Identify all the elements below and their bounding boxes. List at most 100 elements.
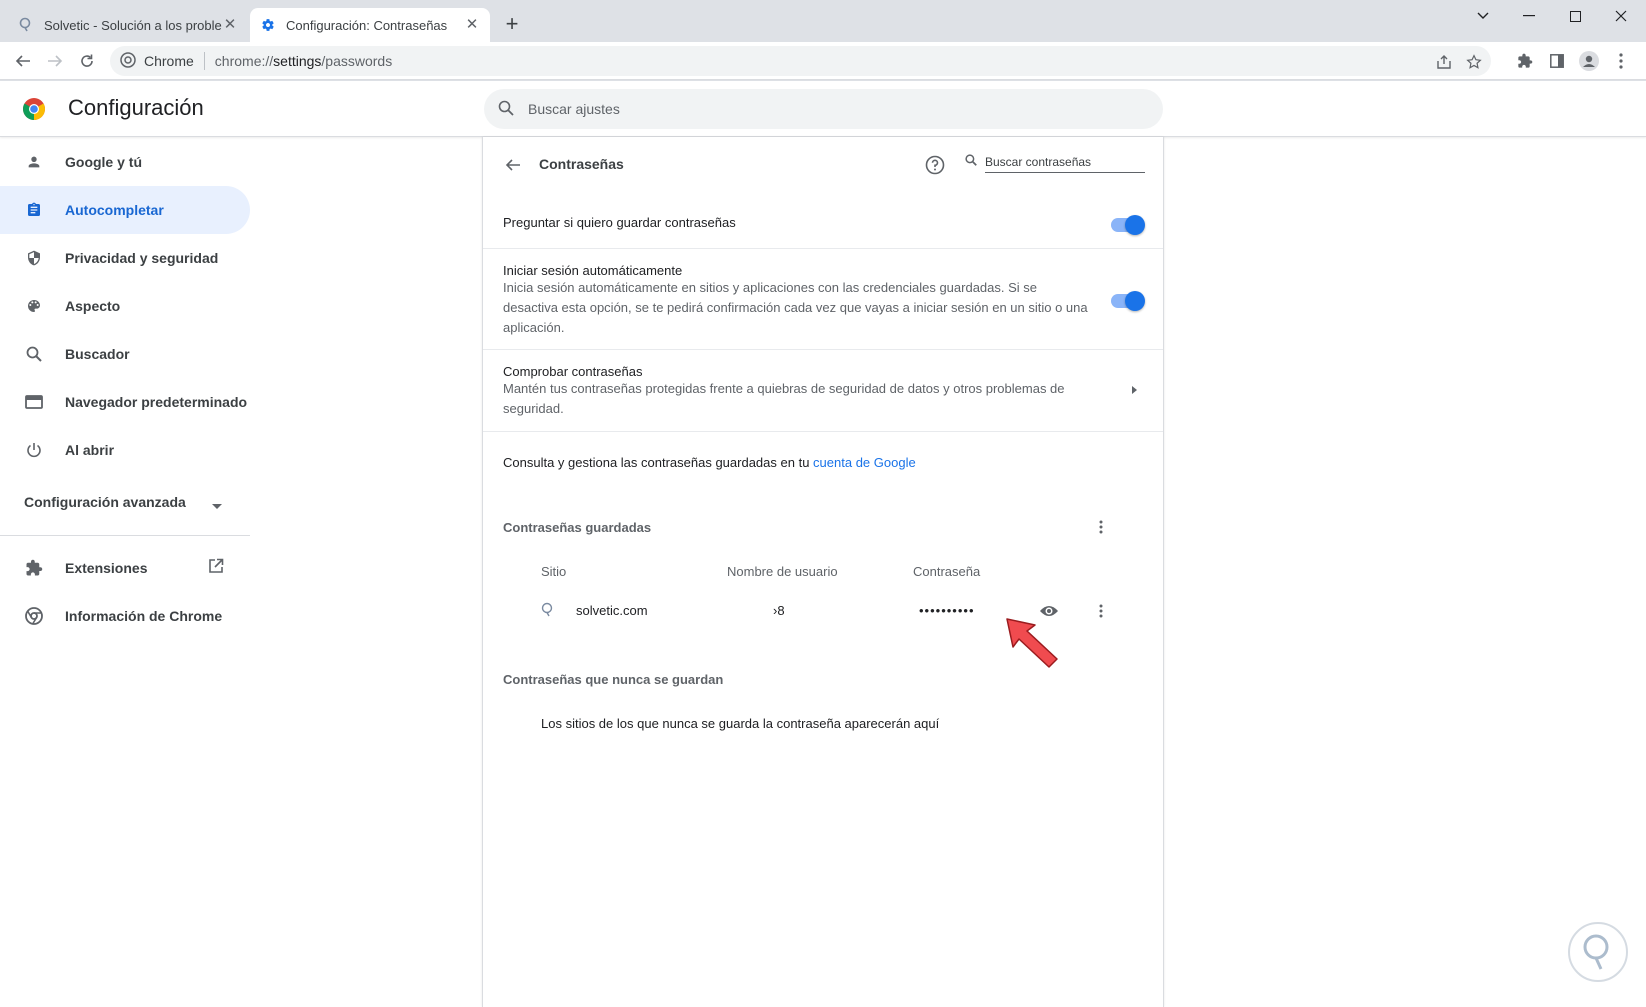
search-icon — [965, 153, 977, 171]
password-search-input[interactable] — [985, 151, 1145, 173]
sidebar-item-google[interactable]: Google y tú — [0, 138, 250, 186]
manage-account-row: Consulta y gestiona las contraseñas guar… — [483, 431, 1163, 491]
sidebar-item-search-engine[interactable]: Buscador — [0, 330, 250, 378]
column-header-username: Nombre de usuario — [727, 564, 838, 579]
url-text: chrome://settings/passwords — [214, 53, 393, 69]
forward-icon[interactable] — [41, 47, 69, 75]
column-header-site: Sitio — [541, 564, 567, 579]
tab-search-chevron-icon[interactable] — [1460, 4, 1506, 28]
password-search[interactable] — [965, 149, 1147, 175]
side-panel-icon[interactable] — [1543, 47, 1571, 75]
check-passwords-description: Mantén tus contraseñas protegidas frente… — [503, 381, 1065, 416]
sidebar-item-label: Privacidad y seguridad — [65, 250, 219, 266]
chrome-menu-icon[interactable] — [1607, 47, 1635, 75]
settings-header: Configuración — [0, 81, 1646, 137]
manage-account-text: Consulta y gestiona las contraseñas guar… — [503, 455, 916, 470]
chevron-right-icon — [1132, 386, 1137, 394]
extensions-puzzle-icon[interactable] — [1511, 47, 1539, 75]
sidebar-item-appearance[interactable]: Aspecto — [0, 282, 250, 330]
offer-save-toggle[interactable] — [1111, 215, 1145, 235]
sidebar-item-label: Buscador — [65, 346, 130, 362]
google-account-link[interactable]: cuenta de Google — [813, 455, 916, 470]
back-arrow-icon[interactable] — [501, 153, 525, 177]
extensions-puzzle-icon — [24, 558, 44, 578]
auto-signin-description: Inicia sesión automáticamente en sitios … — [503, 280, 1088, 335]
bookmark-star-icon[interactable] — [1460, 52, 1488, 72]
settings-search-input[interactable] — [528, 101, 1128, 117]
site-chip: Chrome — [144, 53, 194, 69]
profile-avatar-icon[interactable] — [1575, 47, 1603, 75]
divider — [203, 52, 205, 70]
share-icon[interactable] — [1430, 52, 1458, 72]
open-in-new-icon — [208, 558, 224, 577]
advanced-settings-toggle[interactable]: Configuración avanzada — [0, 482, 240, 522]
subpage-title: Contraseñas — [539, 156, 624, 172]
auto-signin-label: Iniciar sesión automáticamente — [503, 263, 683, 278]
never-saved-empty-text: Los sitios de los que nunca se guarda la… — [541, 716, 940, 731]
reload-icon[interactable] — [73, 47, 101, 75]
sidebar-item-autofill[interactable]: Autocompletar — [0, 186, 250, 234]
sidebar: Google y tú Autocompletar Privacidad y s… — [0, 138, 250, 640]
search-icon — [24, 344, 44, 364]
auto-signin-toggle[interactable] — [1111, 291, 1145, 311]
tab-solvetic[interactable]: Solvetic - Solución a los problem ✕ — [8, 8, 248, 42]
settings-page: Configuración Google y tú Autocompletar — [0, 81, 1646, 1007]
more-vert-icon[interactable] — [1089, 515, 1113, 539]
close-icon[interactable]: ✕ — [464, 17, 480, 33]
power-icon — [24, 440, 44, 460]
chrome-logo-icon — [120, 51, 136, 71]
maximize-button[interactable] — [1552, 4, 1598, 28]
page-title: Configuración — [68, 95, 204, 120]
solvetic-favicon-icon — [18, 17, 34, 33]
passwords-subpage-header: Contraseñas — [483, 137, 1163, 193]
sidebar-item-default-browser[interactable]: Navegador predeterminado — [0, 378, 250, 426]
sidebar-item-label: Navegador predeterminado — [65, 394, 248, 410]
sidebar-item-extensions[interactable]: Extensiones — [0, 544, 240, 592]
auto-signin-row[interactable]: Iniciar sesión automáticamente Inicia se… — [483, 248, 1163, 349]
tab-strip: Solvetic - Solución a los problem ✕ Conf… — [0, 0, 1646, 42]
sidebar-item-label: Aspecto — [65, 298, 121, 314]
check-passwords-label: Comprobar contraseñas — [503, 364, 643, 379]
entry-site[interactable]: solvetic.com — [576, 603, 648, 618]
red-arrow-icon — [1005, 617, 1061, 674]
watermark-logo-icon — [1568, 922, 1628, 982]
passwords-card: Contraseñas Preguntar si quiero guardar … — [482, 137, 1164, 1007]
sidebar-item-label: Extensiones — [65, 560, 148, 576]
offer-save-label: Preguntar si quiero guardar contraseñas — [503, 215, 736, 230]
more-vert-icon[interactable] — [1089, 599, 1113, 623]
palette-icon — [24, 296, 44, 316]
advanced-settings-label: Configuración avanzada — [24, 494, 186, 510]
minimize-button[interactable] — [1506, 4, 1552, 28]
tab-label: Solvetic - Solución a los problem — [44, 17, 222, 33]
divider — [0, 535, 250, 536]
solvetic-favicon-icon — [541, 602, 555, 623]
help-icon[interactable] — [923, 153, 947, 177]
tab-settings[interactable]: Configuración: Contraseñas ✕ — [250, 8, 490, 42]
clipboard-icon — [24, 200, 44, 220]
sidebar-item-on-startup[interactable]: Al abrir — [0, 426, 250, 474]
new-tab-button[interactable]: + — [500, 13, 524, 37]
sidebar-item-privacy[interactable]: Privacidad y seguridad — [0, 234, 250, 282]
settings-search[interactable] — [484, 89, 1163, 129]
sidebar-item-label: Google y tú — [65, 154, 142, 170]
tab-label: Configuración: Contraseñas — [286, 17, 448, 33]
sidebar-item-label: Al abrir — [65, 442, 115, 458]
sidebar-item-about-chrome[interactable]: Información de Chrome — [0, 592, 250, 640]
entry-username: ›8 — [773, 603, 785, 618]
entry-password: •••••••••• — [919, 603, 975, 618]
sidebar-item-label: Autocompletar — [65, 202, 164, 218]
column-header-password: Contraseña — [913, 564, 981, 579]
saved-passwords-title: Contraseñas guardadas — [503, 520, 652, 535]
address-bar[interactable]: Chrome chrome://settings/passwords — [110, 46, 1491, 76]
close-icon[interactable]: ✕ — [222, 17, 238, 33]
close-window-button[interactable] — [1598, 4, 1644, 28]
check-passwords-row[interactable]: Comprobar contraseñas Mantén tus contras… — [483, 349, 1163, 431]
offer-save-row[interactable]: Preguntar si quiero guardar contraseñas — [483, 201, 1163, 248]
gear-icon — [260, 17, 276, 33]
shield-icon — [24, 248, 44, 268]
search-icon — [498, 100, 514, 119]
person-icon — [24, 152, 44, 172]
sidebar-item-label: Información de Chrome — [65, 608, 223, 624]
browser-icon — [24, 392, 44, 412]
back-icon[interactable] — [9, 47, 37, 75]
